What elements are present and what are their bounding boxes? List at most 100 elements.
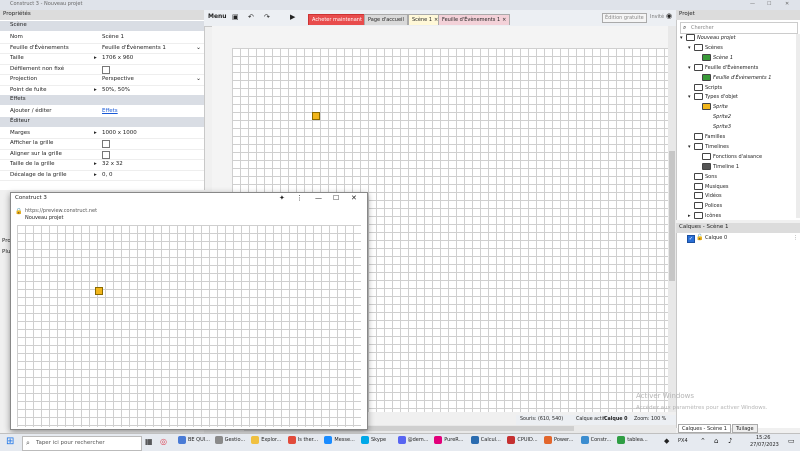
tree-item[interactable]: Timeline 1 <box>696 162 739 170</box>
chevron-down-icon[interactable]: ⌄ <box>196 44 201 51</box>
taskbar-app[interactable]: tablea... <box>617 436 648 449</box>
taskbar-app[interactable]: Messe... <box>324 436 355 449</box>
taskbar-app[interactable]: BE QUI... <box>178 436 210 449</box>
clock-date[interactable]: 27/07/2023 <box>750 442 779 448</box>
tree-item[interactable]: Polices <box>688 202 722 210</box>
taskbar-app[interactable]: Explor... <box>251 436 281 449</box>
volume-icon[interactable]: ♪ <box>728 437 732 445</box>
tree-item[interactable]: ▾ Timelines <box>688 142 729 150</box>
more-icon[interactable]: ⋮ <box>296 194 303 202</box>
tree-item[interactable]: ▾ Scènes <box>688 43 723 51</box>
property-value[interactable]: Scène 1 <box>102 34 124 40</box>
expand-icon[interactable]: ▸ <box>94 55 97 61</box>
taskbar-app[interactable]: PureR... <box>434 436 463 449</box>
redo-icon[interactable]: ↷ <box>264 13 270 21</box>
lock-icon[interactable]: 🔓 <box>696 234 703 241</box>
tree-item[interactable]: Sons <box>688 172 717 180</box>
property-value[interactable]: 1000 x 1000 <box>102 130 137 136</box>
expand-icon[interactable]: ▸ <box>94 130 97 136</box>
user-icon[interactable]: ◉ <box>666 12 672 20</box>
vertical-scrollbar[interactable] <box>668 26 676 412</box>
property-value[interactable]: Perspective <box>102 76 134 82</box>
edition-badge[interactable]: Édition gratuite <box>602 13 647 23</box>
notification-icon[interactable]: ▭ <box>788 437 795 445</box>
property-value[interactable]: 32 x 32 <box>102 161 123 167</box>
property-value[interactable]: 50%, 50% <box>102 87 130 93</box>
tab-close-icon[interactable]: × <box>502 17 506 23</box>
taskbar-app[interactable]: @dem... <box>397 436 428 449</box>
expand-icon[interactable]: ▸ <box>94 172 97 178</box>
tab-layers[interactable]: Calques - Scène 1 <box>678 424 731 433</box>
save-icon[interactable]: ▣ <box>232 13 239 21</box>
tree-item[interactable]: Fonctions d'aisance <box>696 152 762 160</box>
tree-item[interactable]: Scripts <box>688 83 722 91</box>
preview-url[interactable]: https://preview.construct.net <box>25 208 97 214</box>
tree-item[interactable]: ▾ Feuille d'Évènements <box>688 63 758 71</box>
tree-item[interactable]: Sprite <box>696 103 728 111</box>
menu-button[interactable]: Menu <box>208 13 227 20</box>
tree-item[interactable]: Sprite3 <box>696 123 731 130</box>
property-value[interactable]: Feuille d'Évènements 1 <box>102 45 166 51</box>
network-icon[interactable]: ⌂ <box>714 437 718 445</box>
preview-game-grid[interactable] <box>17 225 361 427</box>
tree-item[interactable]: Vidéos <box>688 192 722 200</box>
section-1[interactable]: Effets <box>0 95 204 105</box>
maximize-icon[interactable]: ☐ <box>767 1 771 7</box>
play-icon[interactable]: ▶ <box>290 13 295 21</box>
tree-item[interactable]: ▸ Icônes <box>688 212 721 220</box>
project-scrollbar[interactable] <box>796 34 800 218</box>
guest-label[interactable]: Invité <box>650 14 664 20</box>
project-search-input[interactable]: ⌕ Chercher <box>680 22 798 34</box>
tree-item[interactable]: Feuille d'Évènements 1 <box>696 73 771 81</box>
taskbar-search-input[interactable]: ⌕ Taper ici pour rechercher <box>22 436 142 451</box>
taskbar-app[interactable]: Calcul... <box>470 436 501 449</box>
layer-menu-icon[interactable]: ⋮ <box>793 235 798 241</box>
property-value[interactable]: 0, 0 <box>102 172 113 178</box>
tab-buy[interactable]: Acheter maintenant <box>308 14 366 25</box>
layer-visible-checkbox[interactable]: ✓ <box>687 235 695 243</box>
preview-address-bar[interactable]: 🔒 https://preview.construct.net Nouveau … <box>11 205 367 221</box>
tree-item[interactable]: Scène 1 <box>696 53 733 61</box>
tab-event[interactable]: Feuille d'Évènements 1 × <box>438 14 511 25</box>
taskbar-app[interactable]: Is ther... <box>287 436 318 449</box>
windows-start-icon[interactable]: ⊞ <box>6 436 14 447</box>
section-0[interactable]: Scène <box>0 21 204 31</box>
taskbar-app[interactable]: Skype <box>361 436 386 449</box>
chrome-icon[interactable]: ◎ <box>160 437 167 446</box>
property-checkbox[interactable] <box>102 140 110 148</box>
tab-home[interactable]: Page d'accueil <box>364 14 408 25</box>
tray-app-icon[interactable]: ◆ <box>664 437 669 445</box>
undo-icon[interactable]: ↶ <box>248 13 254 21</box>
property-value[interactable]: 1706 x 960 <box>102 55 133 61</box>
extension-icon[interactable]: ✦ <box>279 194 285 202</box>
clock-time[interactable]: 15:26 <box>756 435 770 441</box>
minimize-icon[interactable]: — <box>750 1 755 7</box>
tree-item[interactable]: Musiques <box>688 182 729 190</box>
taskbar-app[interactable]: Power... <box>544 436 573 449</box>
property-value[interactable]: Effets <box>102 108 118 114</box>
property-checkbox[interactable] <box>102 150 110 159</box>
preview-maximize-icon[interactable]: ☐ <box>333 194 339 202</box>
tree-item[interactable]: Familles <box>688 133 725 140</box>
tab-tiling[interactable]: Tuilage <box>732 424 758 433</box>
chevron-down-icon[interactable]: ⌄ <box>196 75 201 82</box>
tree-item[interactable]: ▾ Nouveau projet <box>680 34 736 41</box>
tree-item[interactable]: ▾ Types d'objet <box>688 93 738 101</box>
layer-name[interactable]: Calque 0 <box>705 235 727 241</box>
expand-icon[interactable]: ▸ <box>94 161 97 167</box>
chevron-up-icon[interactable]: ⌃ <box>700 437 706 445</box>
preview-minimize-icon[interactable]: — <box>315 194 322 202</box>
taskbar-app[interactable]: Gestio... <box>214 436 245 449</box>
expand-icon[interactable]: ▸ <box>94 87 97 93</box>
task-view-icon[interactable]: ▦ <box>145 437 153 446</box>
taskbar-app[interactable]: Constr... <box>580 436 611 449</box>
section-2[interactable]: Éditeur <box>0 116 204 127</box>
tray-label[interactable]: PX4 <box>678 438 688 444</box>
property-checkbox[interactable] <box>102 65 110 74</box>
sprite-instance[interactable] <box>312 112 320 120</box>
taskbar-app[interactable]: CPUID... <box>507 436 538 449</box>
tree-item[interactable]: Sprite2 <box>696 113 731 120</box>
close-icon[interactable]: ✕ <box>785 1 789 7</box>
preview-close-icon[interactable]: ✕ <box>351 194 357 202</box>
property-row[interactable]: Décalage de la grille ▸ 0, 0 <box>0 170 204 181</box>
